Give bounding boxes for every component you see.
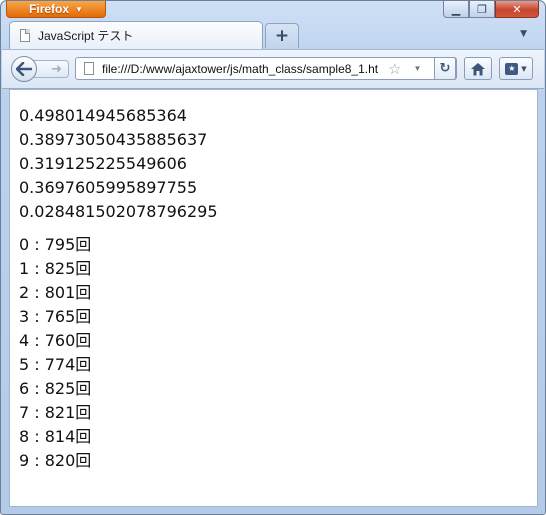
minimize-button[interactable]: ▁ [443,1,469,18]
random-number: 0.38973050435885637 [19,130,208,149]
tab-javascript-test[interactable]: JavaScript テスト [9,21,263,49]
close-button[interactable]: ✕ [495,1,539,18]
bookmarks-menu-button[interactable]: ★ ▼ [499,57,533,80]
count-line: 3 : 765回 [19,307,92,326]
random-number: 0.319125225549606 [19,154,187,173]
random-number: 0.3697605995897755 [19,178,198,197]
browser-window: Firefox ▼ ▁ ❐ ✕ JavaScript テスト + ▼ ➜ fil… [0,0,546,515]
home-button[interactable] [464,57,492,80]
page-content: 0.498014945685364 0.38973050435885637 0.… [9,89,538,507]
close-icon: ✕ [512,2,522,16]
reload-icon: ↻ [439,61,451,76]
back-button[interactable] [11,56,37,82]
address-bar[interactable]: file:///D:/www/ajaxtower/js/math_class/s… [75,57,457,80]
count-line: 4 : 760回 [19,331,92,350]
count-line: 8 : 814回 [19,427,92,446]
chevron-down-icon: ▼ [521,64,527,73]
firefox-menu-label: Firefox [29,2,70,16]
count-line: 9 : 820回 [19,451,92,470]
back-arrow-icon [16,62,32,76]
count-line: 1 : 825回 [19,259,92,278]
count-line: 2 : 801回 [19,283,92,302]
navigation-toolbar: ➜ file:///D:/www/ajaxtower/js/math_class… [2,49,544,89]
chevron-down-icon: ▼ [75,4,83,14]
random-number-list: 0.498014945685364 0.38973050435885637 0.… [19,104,537,224]
url-text: file:///D:/www/ajaxtower/js/math_class/s… [102,61,379,76]
new-tab-button[interactable]: + [265,23,299,48]
plus-icon: + [274,26,290,46]
firefox-menu-button[interactable]: Firefox ▼ [6,1,106,18]
history-dropdown-icon[interactable]: ▼ [413,64,421,73]
tab-list-button[interactable]: ▼ [520,29,527,39]
back-forward-group: ➜ [11,56,69,82]
count-line: 5 : 774回 [19,355,92,374]
count-list: 0 : 795回 1 : 825回 2 : 801回 3 : 765回 4 : … [19,233,537,473]
page-icon [84,62,94,75]
page-icon [20,29,30,42]
bookmark-star-icon[interactable]: ☆ [388,60,401,78]
forward-arrow-icon: ➜ [51,61,62,77]
tab-title: JavaScript テスト [38,29,134,43]
chevron-down-icon: ▼ [520,29,527,39]
maximize-button[interactable]: ❐ [469,1,495,18]
maximize-icon: ❐ [477,2,487,16]
random-number: 0.498014945685364 [19,106,187,125]
bookmarks-menu-icon: ★ [505,62,519,75]
window-controls: ▁ ❐ ✕ [443,1,539,18]
count-line: 0 : 795回 [19,235,92,254]
minimize-icon: ▁ [451,2,461,16]
random-number: 0.028481502078796295 [19,202,218,221]
count-line: 6 : 825回 [19,379,92,398]
count-line: 7 : 821回 [19,403,92,422]
home-icon [471,62,485,75]
reload-button[interactable]: ↻ [434,57,456,80]
